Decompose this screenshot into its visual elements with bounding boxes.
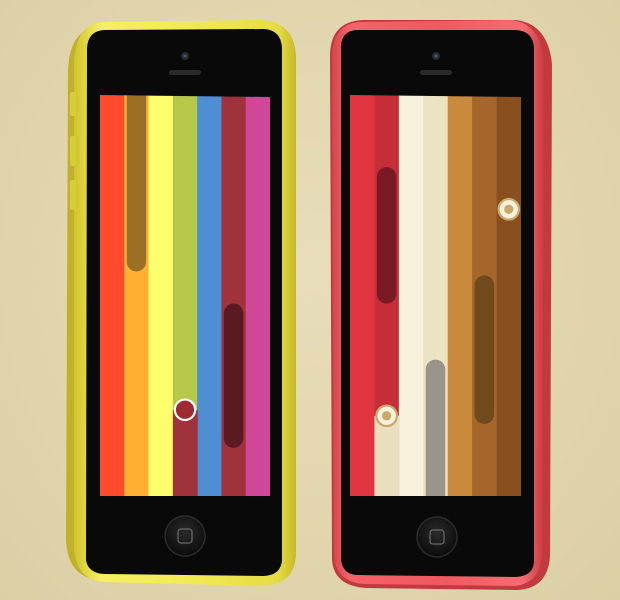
volume-down-button[interactable] <box>70 180 76 210</box>
lane-1 <box>100 95 125 496</box>
lane-5 <box>197 95 223 496</box>
earpiece-icon <box>169 70 201 75</box>
lane-5 <box>447 95 473 496</box>
lane-fill <box>172 409 198 496</box>
falling-obstacle <box>474 275 495 424</box>
player-ball-core <box>504 204 514 214</box>
phone-right <box>330 20 552 590</box>
stage <box>66 20 552 590</box>
falling-obstacle <box>126 95 147 272</box>
volume-up-button[interactable] <box>70 136 76 166</box>
front-camera-lens <box>434 54 438 58</box>
lane-1 <box>350 95 376 496</box>
falling-obstacle <box>223 303 244 448</box>
lane-7 <box>496 95 521 496</box>
phone-right-screen[interactable] <box>350 95 522 516</box>
lane-3 <box>148 95 174 496</box>
home-button-icon[interactable] <box>164 515 206 557</box>
falling-obstacle <box>376 167 397 304</box>
mute-switch[interactable] <box>70 92 76 116</box>
scene <box>0 0 620 600</box>
front-camera-lens <box>183 54 187 58</box>
lane-fill <box>374 415 400 496</box>
lane-3 <box>398 95 424 496</box>
lane-7 <box>245 95 270 496</box>
falling-obstacle <box>425 359 446 496</box>
phone-left-screen[interactable] <box>100 76 271 496</box>
earpiece-icon <box>420 70 452 75</box>
phone-left <box>66 20 296 586</box>
player-ball-core <box>382 411 392 421</box>
player-ball[interactable] <box>173 398 197 422</box>
home-button-icon[interactable] <box>416 516 458 558</box>
